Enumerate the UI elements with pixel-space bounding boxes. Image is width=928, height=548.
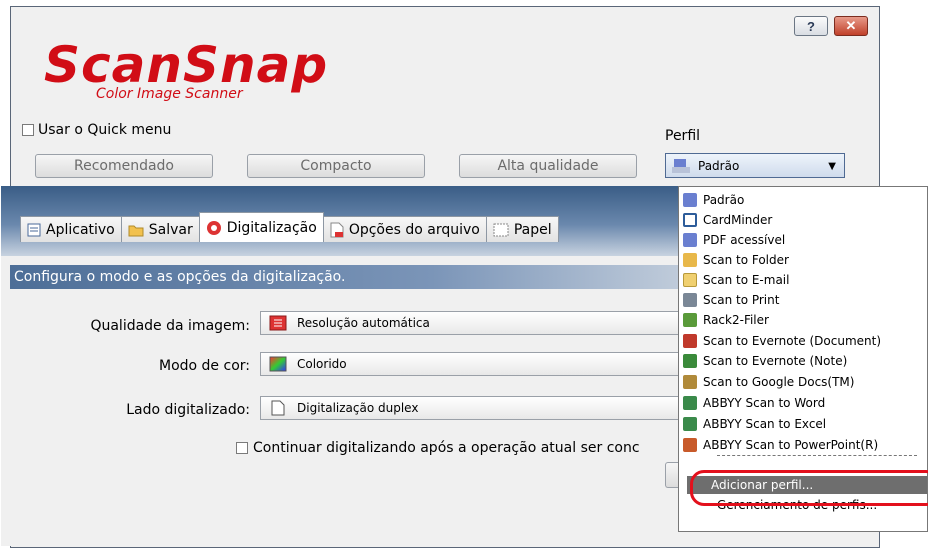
quick-menu-checkbox[interactable]: Usar o Quick menu <box>22 122 171 138</box>
scan-side-select[interactable]: Digitalização duplex <box>260 396 690 420</box>
profile-item-label: Scan to Folder <box>703 253 789 267</box>
tab-label: Papel <box>513 221 552 238</box>
tab-description: Configura o modo e as opções da digitali… <box>10 265 714 289</box>
abbyy-word-icon <box>683 396 697 410</box>
scan-side-value: Digitalização duplex <box>297 401 419 415</box>
profile-item-label: ABBYY Scan to PowerPoint(R) <box>703 438 879 452</box>
checkbox-box[interactable] <box>22 124 34 136</box>
scansnap-logo: ScanSnap Color Image Scanner <box>44 36 327 102</box>
profile-item-scan-to-print[interactable]: Scan to Print <box>683 290 779 310</box>
profile-item-label: Scan to Print <box>703 293 780 307</box>
tab-papel[interactable]: Papel <box>485 216 559 242</box>
tab-aplicativo[interactable]: Aplicativo <box>20 216 122 242</box>
color-mode-value: Colorido <box>297 357 347 371</box>
profile-item-label: ABBYY Scan to Word <box>703 396 826 410</box>
profile-item-abbyy-word[interactable]: ABBYY Scan to Word <box>683 393 825 413</box>
tab-label: Salvar <box>148 221 193 238</box>
profile-item-label: Rack2-Filer <box>703 313 769 327</box>
compact-button[interactable]: Compacto <box>247 154 425 178</box>
application-icon <box>27 223 41 236</box>
folder-icon <box>128 225 144 236</box>
profile-item-label: Scan to Evernote (Note) <box>703 354 848 368</box>
abbyy-powerpoint-icon <box>683 438 697 452</box>
high-quality-button[interactable]: Alta qualidade <box>459 154 637 178</box>
image-quality-label: Qualidade da imagem: <box>90 318 250 334</box>
auto-resolution-icon <box>269 315 287 331</box>
profile-selected-value: Padrão <box>698 158 740 173</box>
evernote-jpg-icon <box>683 354 697 368</box>
evernote-pdf-icon <box>683 334 697 348</box>
scan-icon <box>206 220 221 235</box>
image-quality-select[interactable]: Resolução automática <box>260 311 690 335</box>
tab-digitalizacao[interactable]: Digitalização <box>198 212 324 242</box>
folder-icon <box>683 253 697 267</box>
help-button[interactable]: ? <box>794 16 828 36</box>
profile-item-label: Padrão <box>703 193 745 207</box>
email-icon <box>683 273 697 287</box>
profile-item-cardminder[interactable]: CardMinder <box>683 210 772 230</box>
highlight-annotation <box>690 470 928 506</box>
profile-item-padrao[interactable]: Padrão <box>683 190 744 210</box>
profile-item-google-docs[interactable]: Scan to Google Docs(TM) <box>683 372 854 392</box>
profile-item-label: Scan to E-mail <box>703 273 790 287</box>
card-icon <box>683 213 697 227</box>
recommended-button[interactable]: Recomendado <box>35 154 213 178</box>
profile-item-label: PDF acessível <box>703 233 786 247</box>
profile-item-scan-to-folder[interactable]: Scan to Folder <box>683 250 789 270</box>
close-icon: ✕ <box>845 18 857 33</box>
title-buttons: ? ✕ <box>794 16 868 36</box>
duplex-icon <box>271 400 285 416</box>
tab-salvar[interactable]: Salvar <box>120 216 200 242</box>
continue-scanning-checkbox[interactable]: Continuar digitalizando após a operação … <box>236 440 640 456</box>
profile-item-label: Scan to Evernote (Document) <box>703 334 882 348</box>
tab-label: Aplicativo <box>46 221 115 238</box>
printer-icon <box>683 293 697 307</box>
help-icon: ? <box>807 18 815 34</box>
abbyy-excel-icon <box>683 417 697 431</box>
quick-menu-label: Usar o Quick menu <box>38 122 172 138</box>
chevron-down-icon: ▼ <box>828 161 836 172</box>
continue-scanning-label: Continuar digitalizando após a operação … <box>253 440 640 456</box>
profile-item-abbyy-excel[interactable]: ABBYY Scan to Excel <box>683 414 826 434</box>
file-options-icon <box>330 222 344 237</box>
profile-item-evernote-document[interactable]: Scan to Evernote (Document) <box>683 331 881 351</box>
pdf-profile-icon <box>683 233 697 247</box>
dropdown-separator <box>717 455 917 456</box>
logo-tagline-text: Color Image Scanner <box>96 86 244 102</box>
profile-label: Perfil <box>665 128 701 144</box>
profile-item-evernote-note[interactable]: Scan to Evernote (Note) <box>683 351 847 371</box>
profile-item-label: ABBYY Scan to Excel <box>703 417 827 431</box>
color-mode-icon <box>269 356 287 372</box>
profile-item-abbyy-powerpoint[interactable]: ABBYY Scan to PowerPoint(R) <box>683 435 878 455</box>
default-profile-icon <box>672 158 690 173</box>
profile-item-pdf-acessivel[interactable]: PDF acessível <box>683 230 785 250</box>
profile-item-scan-to-email[interactable]: Scan to E-mail <box>683 270 789 290</box>
image-quality-value: Resolução automática <box>297 316 430 330</box>
paper-icon <box>493 223 509 236</box>
tab-label: Digitalização <box>226 219 317 236</box>
profile-item-label: CardMinder <box>703 213 773 227</box>
profile-item-label: Scan to Google Docs(TM) <box>703 375 855 389</box>
settings-tabs: Aplicativo Salvar Digitalização Opções d… <box>20 212 559 242</box>
close-button[interactable]: ✕ <box>834 16 868 36</box>
profile-item-rack2-filer[interactable]: Rack2-Filer <box>683 310 769 330</box>
google-docs-icon <box>683 375 697 389</box>
checkbox-box[interactable] <box>236 442 248 454</box>
rack2-icon <box>683 313 697 327</box>
tab-opcoes-do-arquivo[interactable]: Opções do arquivo <box>322 216 487 242</box>
color-mode-label: Modo de cor: <box>159 358 250 374</box>
color-mode-select[interactable]: Colorido <box>260 352 690 376</box>
profile-select[interactable]: Padrão ▼ <box>665 153 845 178</box>
default-profile-icon <box>683 193 697 207</box>
tab-label: Opções do arquivo <box>348 221 480 238</box>
scan-side-label: Lado digitalizado: <box>126 402 250 418</box>
